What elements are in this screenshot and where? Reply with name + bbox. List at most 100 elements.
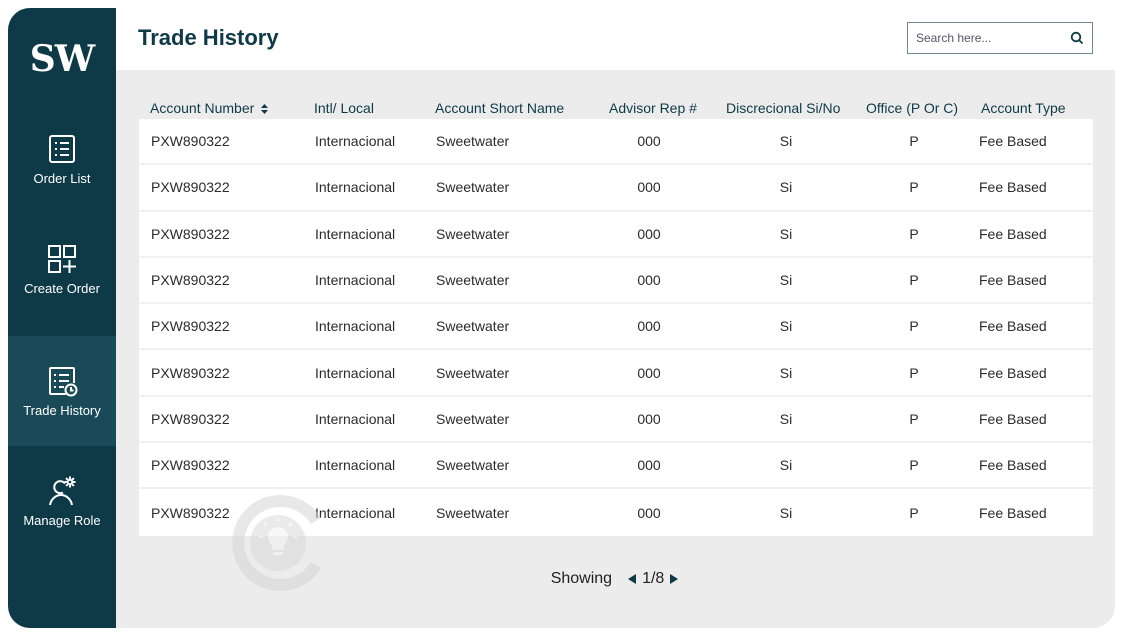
cell-account-number: PXW890322 bbox=[151, 272, 230, 289]
cell-advisor-rep: 000 bbox=[637, 410, 661, 427]
cell-office: P bbox=[909, 457, 919, 474]
table-row[interactable]: PXW890322 Internacional Sweetwater 000 Si P Fe… bbox=[139, 258, 1093, 305]
sidebar-item-trade-history[interactable]: Trade History bbox=[8, 336, 116, 446]
app-frame: SW Order List Create Order Trade History… bbox=[8, 8, 1115, 628]
cell-intl-local: Internacional bbox=[315, 504, 396, 521]
cell-account-number: PXW890322 bbox=[151, 133, 230, 150]
cell-discrecional: Si bbox=[779, 410, 793, 427]
cell-office: P bbox=[909, 410, 919, 427]
column-header-discrecional[interactable]: Discrecional Si/No bbox=[726, 100, 840, 116]
cell-account-number: PXW890322 bbox=[151, 457, 230, 474]
table-row[interactable]: PXW890322 Internacional Sweetwater 000 Si P Fe… bbox=[139, 165, 1093, 212]
search-box bbox=[907, 22, 1093, 54]
cell-account-short-name: Sweetwater bbox=[436, 410, 510, 427]
list-icon bbox=[49, 134, 75, 163]
cell-account-number: PXW890322 bbox=[151, 318, 230, 335]
cell-account-short-name: Sweetwater bbox=[436, 457, 510, 474]
column-header-office[interactable]: Office (P Or C) bbox=[866, 100, 958, 116]
cell-intl-local: Internacional bbox=[315, 225, 396, 242]
table-row[interactable]: PXW890322 Internacional Sweetwater 000 Si P Fe… bbox=[139, 489, 1093, 535]
cell-office: P bbox=[909, 272, 919, 289]
sidebar-item-create-order[interactable]: Create Order bbox=[8, 214, 116, 324]
cell-advisor-rep: 000 bbox=[637, 457, 661, 474]
column-header-intl-local[interactable]: Intl/ Local bbox=[314, 100, 374, 116]
column-header-advisor-rep[interactable]: Advisor Rep # bbox=[609, 100, 697, 116]
cell-account-type: Fee Based bbox=[979, 133, 1047, 150]
cell-office: P bbox=[909, 225, 919, 242]
sidebar-item-label: Trade History bbox=[23, 402, 101, 418]
cell-account-short-name: Sweetwater bbox=[436, 504, 510, 521]
trade-table: PXW890322 Internacional Sweetwater 000 Si P Fe… bbox=[139, 119, 1093, 536]
cell-discrecional: Si bbox=[779, 225, 793, 242]
page-title: Trade History bbox=[138, 25, 279, 50]
table-row[interactable]: PXW890322 Internacional Sweetwater 000 Si P Fe… bbox=[139, 119, 1093, 166]
cell-intl-local: Internacional bbox=[315, 179, 396, 196]
cell-account-type: Fee Based bbox=[979, 272, 1047, 289]
cell-account-short-name: Sweetwater bbox=[436, 133, 510, 150]
sidebar-item-label: Create Order bbox=[24, 280, 100, 296]
cell-advisor-rep: 000 bbox=[637, 364, 661, 381]
sidebar-item-label: Order List bbox=[33, 170, 91, 186]
sort-icon[interactable] bbox=[261, 104, 269, 115]
list-clock-icon bbox=[49, 366, 78, 396]
grid-plus-icon bbox=[48, 244, 76, 273]
column-header-label: Account Number bbox=[150, 100, 255, 116]
sidebar-item-manage-role[interactable]: Manage Role bbox=[8, 446, 116, 556]
cell-discrecional: Si bbox=[779, 364, 793, 381]
cell-intl-local: Internacional bbox=[315, 364, 396, 381]
column-header-account-type[interactable]: Account Type bbox=[981, 100, 1066, 116]
cell-account-type: Fee Based bbox=[979, 179, 1047, 196]
cell-account-type: Fee Based bbox=[979, 318, 1047, 335]
cell-account-short-name: Sweetwater bbox=[436, 225, 510, 242]
sidebar: SW Order List Create Order Trade History… bbox=[8, 8, 116, 628]
sidebar-item-label: Manage Role bbox=[23, 512, 101, 528]
cell-office: P bbox=[909, 504, 919, 521]
cell-advisor-rep: 000 bbox=[637, 272, 661, 289]
cell-account-number: PXW890322 bbox=[151, 504, 230, 521]
cell-advisor-rep: 000 bbox=[637, 179, 661, 196]
cell-account-short-name: Sweetwater bbox=[436, 318, 510, 335]
table-row[interactable]: PXW890322 Internacional Sweetwater 000 Si P Fe… bbox=[139, 397, 1093, 444]
main-content: Account Number Intl/ Local Account Short… bbox=[116, 70, 1115, 628]
cell-account-number: PXW890322 bbox=[151, 364, 230, 381]
user-gear-icon bbox=[49, 476, 76, 505]
cell-account-short-name: Sweetwater bbox=[436, 179, 510, 196]
search-input[interactable] bbox=[908, 31, 1058, 45]
column-header-account-number[interactable]: Account Number bbox=[150, 100, 269, 116]
header: Trade History bbox=[116, 8, 1115, 70]
cell-office: P bbox=[909, 133, 919, 150]
cell-discrecional: Si bbox=[779, 133, 793, 150]
cell-account-short-name: Sweetwater bbox=[436, 272, 510, 289]
cell-advisor-rep: 000 bbox=[637, 318, 661, 335]
search-icon[interactable] bbox=[1070, 31, 1084, 45]
cell-intl-local: Internacional bbox=[315, 272, 396, 289]
cell-intl-local: Internacional bbox=[315, 457, 396, 474]
table-row[interactable]: PXW890322 Internacional Sweetwater 000 Si P Fe… bbox=[139, 212, 1093, 258]
cell-account-type: Fee Based bbox=[979, 504, 1047, 521]
cell-office: P bbox=[909, 364, 919, 381]
cell-account-number: PXW890322 bbox=[151, 179, 230, 196]
cell-account-number: PXW890322 bbox=[151, 410, 230, 427]
cell-advisor-rep: 000 bbox=[637, 225, 661, 242]
cell-discrecional: Si bbox=[779, 179, 793, 196]
sidebar-item-order-list[interactable]: Order List bbox=[8, 104, 116, 214]
cell-account-number: PXW890322 bbox=[151, 225, 230, 242]
cell-advisor-rep: 000 bbox=[637, 133, 661, 150]
table-row[interactable]: PXW890322 Internacional Sweetwater 000 Si P Fe… bbox=[139, 443, 1093, 490]
table-row[interactable]: PXW890322 Internacional Sweetwater 000 Si P Fe… bbox=[139, 304, 1093, 351]
cell-office: P bbox=[909, 318, 919, 335]
prev-page-icon[interactable] bbox=[626, 573, 638, 585]
cell-discrecional: Si bbox=[779, 318, 793, 335]
next-page-icon[interactable] bbox=[668, 573, 680, 585]
pagination-label: Showing bbox=[550, 570, 613, 587]
pagination: Showing 1/8 bbox=[116, 570, 1115, 588]
column-header-account-short-name[interactable]: Account Short Name bbox=[435, 100, 564, 116]
cell-account-type: Fee Based bbox=[979, 457, 1047, 474]
cell-account-type: Fee Based bbox=[979, 410, 1047, 427]
cell-account-type: Fee Based bbox=[979, 225, 1047, 242]
cell-discrecional: Si bbox=[779, 457, 793, 474]
table-row[interactable]: PXW890322 Internacional Sweetwater 000 Si P Fe… bbox=[139, 350, 1093, 397]
cell-intl-local: Internacional bbox=[315, 318, 396, 335]
cell-intl-local: Internacional bbox=[315, 410, 396, 427]
cell-discrecional: Si bbox=[779, 272, 793, 289]
